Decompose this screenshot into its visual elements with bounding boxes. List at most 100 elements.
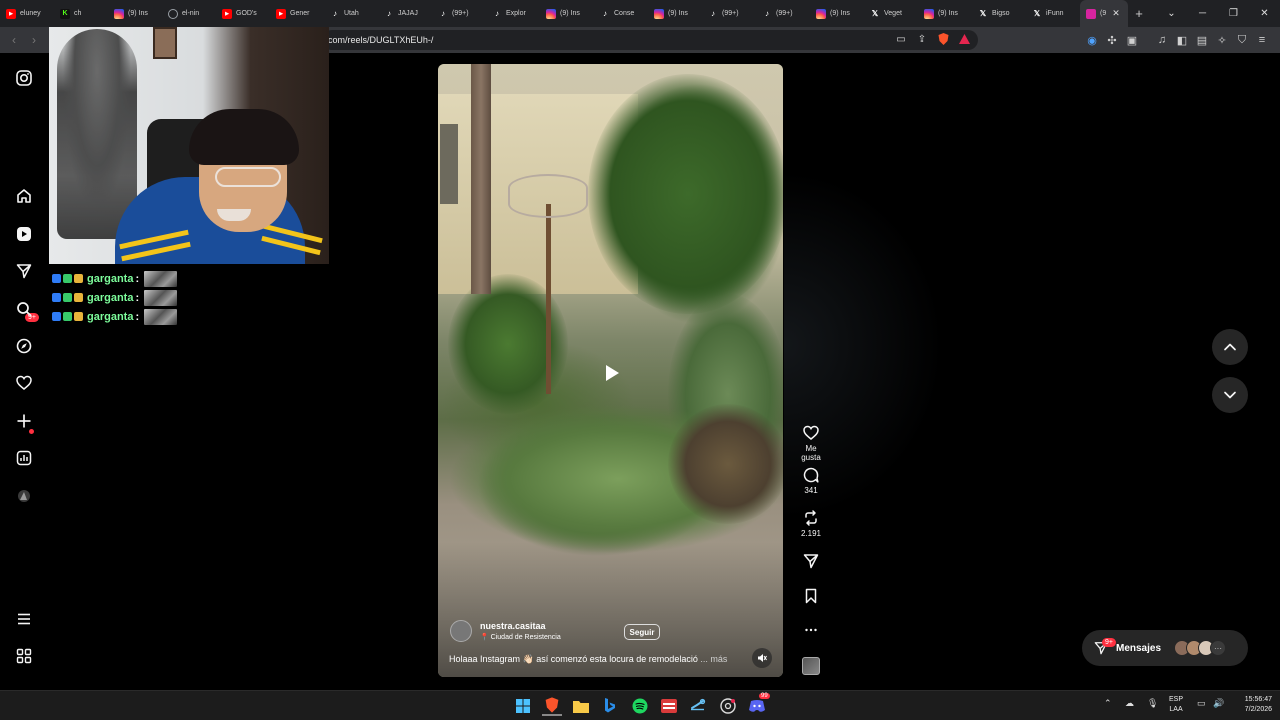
steam-icon[interactable]	[688, 696, 708, 716]
reel-caption[interactable]: Holaaa Instagram 👋🏻 así comenzó esta loc…	[449, 654, 727, 665]
more-link[interactable]: ... más	[700, 654, 727, 664]
browser-tab[interactable]: (9) Ins	[918, 0, 972, 27]
vpn-icon[interactable]: ⛉	[1236, 30, 1248, 50]
tray-chevron-icon[interactable]: ⌃	[1104, 698, 1112, 709]
music-icon[interactable]: ♫	[1156, 30, 1168, 50]
tab-active[interactable]: (9 ✕	[1080, 0, 1128, 27]
browser-tab[interactable]: Kch	[54, 0, 108, 27]
brave-shields-icon[interactable]	[937, 33, 949, 45]
browser-tab[interactable]: ♪ (99+)	[432, 0, 486, 27]
like-action[interactable]: Me gusta	[796, 425, 826, 462]
chat-emote	[144, 270, 178, 287]
more-menu-icon[interactable]	[14, 609, 34, 629]
new-tab-button[interactable]: +	[1128, 6, 1150, 21]
obs-recording-icon[interactable]	[659, 696, 679, 716]
author-avatar[interactable]	[450, 620, 472, 642]
explore-icon[interactable]	[14, 336, 34, 356]
windows-start-icon[interactable]	[513, 696, 533, 716]
follow-button[interactable]: Seguir	[624, 624, 660, 640]
browser-tab[interactable]: 𝕏 Bigso	[972, 0, 1026, 27]
profile-avatar[interactable]	[14, 486, 34, 506]
tiktok-icon: ♪	[711, 9, 715, 18]
browser-tab[interactable]: ♪ (99+)	[756, 0, 810, 27]
close-window-button[interactable]: ✕	[1249, 0, 1280, 27]
also-from-meta-icon[interactable]	[14, 646, 34, 666]
menu-icon[interactable]: ≡	[1256, 30, 1268, 50]
file-explorer-icon[interactable]	[571, 696, 591, 716]
browser-tab[interactable]: ▶ Gener	[270, 0, 324, 27]
browser-tab[interactable]: (9) Ins	[540, 0, 594, 27]
wall-picture	[153, 27, 177, 59]
brave-browser-icon[interactable]	[542, 696, 562, 716]
comment-action[interactable]: 341	[796, 467, 826, 495]
tiktok-icon: ♪	[387, 9, 391, 18]
browser-tab[interactable]: 𝕏iFunn	[1026, 0, 1080, 27]
leo-ai-icon[interactable]: ✧	[1216, 30, 1228, 50]
author-username[interactable]: nuestra.casitaa	[480, 621, 561, 631]
streamer-glasses	[215, 167, 281, 187]
share-action[interactable]	[796, 553, 826, 569]
screenshot-icon[interactable]: ▣	[1126, 30, 1138, 50]
share-icon[interactable]: ⇪	[916, 33, 928, 45]
chevron-down-icon[interactable]: ⌄	[1156, 0, 1187, 27]
bing-icon[interactable]	[600, 696, 620, 716]
address-bar[interactable]: com/reels/DUGLTXhEUh-/ ▭ ⇪	[322, 30, 978, 50]
search-icon[interactable]	[14, 299, 34, 319]
dashboard-icon[interactable]	[14, 448, 34, 468]
instagram-logo-icon[interactable]	[14, 68, 34, 88]
browser-tab[interactable]: ♪ JAJAJ	[378, 0, 432, 27]
microphone-icon[interactable]: 🎙	[1147, 698, 1158, 709]
browser-tab[interactable]: ▶ GOD's	[216, 0, 270, 27]
mute-button[interactable]	[752, 648, 772, 668]
tab-label: Veget	[884, 10, 902, 17]
puzzle-icon[interactable]: ✣	[1106, 30, 1118, 50]
browser-tab[interactable]: 𝕏 Veget	[864, 0, 918, 27]
chrome-app-icon[interactable]	[718, 696, 738, 716]
reel-video[interactable]: nuestra.casitaa 📍 Ciudad de Resistencia …	[438, 64, 783, 677]
reel-author[interactable]: nuestra.casitaa 📍 Ciudad de Resistencia	[450, 620, 561, 642]
home-icon[interactable]	[14, 186, 34, 206]
close-tab-icon[interactable]: ✕	[1112, 8, 1120, 19]
system-clock[interactable]: 15:56:47 7/2/2026	[1228, 695, 1272, 715]
display-icon[interactable]: ▭	[1197, 698, 1206, 709]
previous-reel-button[interactable]	[1212, 329, 1248, 365]
minimize-button[interactable]: ─	[1187, 0, 1218, 27]
browser-tab[interactable]: ♪ (99+)	[702, 0, 756, 27]
message-avatars[interactable]: ···	[1174, 640, 1226, 656]
sidebar-toggle-icon[interactable]: ◧	[1176, 30, 1188, 50]
discord-icon[interactable]	[747, 696, 767, 716]
tab-label: (99+)	[452, 10, 469, 17]
reels-icon[interactable]	[14, 224, 34, 244]
browser-tab[interactable]: (9) Ins	[648, 0, 702, 27]
browser-tab[interactable]: ♪ Conse	[594, 0, 648, 27]
repost-action[interactable]: 2.191	[796, 510, 826, 538]
browser-tab[interactable]: ♪ Utah	[324, 0, 378, 27]
tiktok-icon: ♪	[495, 9, 499, 18]
restore-button[interactable]: ❐	[1218, 0, 1249, 27]
audio-icon[interactable]: ◉	[1086, 30, 1098, 50]
cloud-icon[interactable]: ☁	[1125, 698, 1134, 709]
wallet-icon[interactable]: ▤	[1196, 30, 1208, 50]
browser-tab[interactable]: ♪ Explor	[486, 0, 540, 27]
direct-messages-icon[interactable]	[14, 261, 34, 281]
create-icon[interactable]	[14, 411, 34, 431]
play-icon[interactable]	[598, 360, 624, 386]
browser-tab[interactable]: (9) Ins	[810, 0, 864, 27]
volume-icon[interactable]: 🔊	[1213, 698, 1224, 709]
browser-tab[interactable]: (9) Ins	[108, 0, 162, 27]
spotify-icon[interactable]	[630, 696, 650, 716]
brave-rewards-icon[interactable]	[958, 33, 970, 45]
save-action[interactable]	[796, 588, 826, 604]
browser-tab[interactable]: el-nin	[162, 0, 216, 27]
heart-notifications-icon[interactable]	[14, 373, 34, 393]
input-language[interactable]: ESP LAA	[1169, 695, 1183, 715]
more-options-action[interactable]	[796, 622, 826, 638]
next-reel-button[interactable]	[1212, 377, 1248, 413]
install-app-icon[interactable]: ▭	[895, 33, 907, 45]
armor-statue	[57, 29, 137, 239]
audio-thumbnail[interactable]	[802, 657, 820, 675]
author-location[interactable]: 📍 Ciudad de Resistencia	[480, 633, 561, 641]
forward-button[interactable]: ›	[24, 33, 44, 47]
back-button[interactable]: ‹	[4, 33, 24, 47]
browser-tab[interactable]: ▶ eluney	[0, 0, 54, 27]
